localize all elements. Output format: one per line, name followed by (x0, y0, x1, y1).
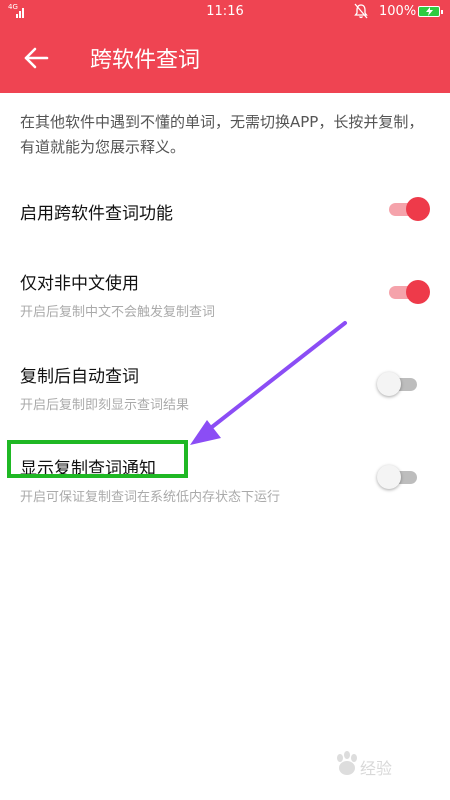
annotation-arrow (190, 321, 347, 445)
baidu-watermark-logo: 经验 (337, 751, 392, 778)
svg-text:经验: 经验 (360, 759, 392, 778)
